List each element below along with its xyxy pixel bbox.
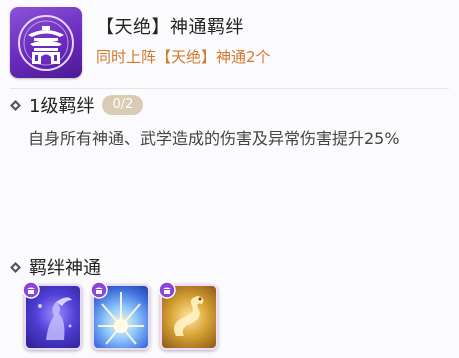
progress-badge: 0/2: [102, 95, 144, 115]
bond-effect-description: 自身所有神通、武学造成的伤害及异常伤害提升25%: [28, 129, 400, 148]
pavilion-tag-icon: [22, 281, 40, 299]
header-divider: [10, 88, 449, 89]
pavilion-tag-icon: [90, 281, 108, 299]
bond-skills-header: 羁绊神通: [10, 254, 101, 280]
skill-card[interactable]: [158, 281, 218, 350]
pavilion-tag-icon: [158, 281, 176, 299]
bond-skills-title: 羁绊神通: [29, 258, 101, 279]
skill-card[interactable]: [90, 281, 150, 350]
diamond-bullet-icon: [10, 99, 21, 111]
bond-level-header: 1级羁绊 0/2: [10, 92, 144, 118]
skill-card[interactable]: [22, 281, 82, 350]
bond-title: 【天绝】神通羁绊: [96, 17, 244, 38]
bond-condition: 同时上阵【天绝】神通2个: [96, 48, 271, 66]
pavilion-icon: [18, 14, 74, 71]
bond-skill-list: [22, 281, 218, 350]
diamond-bullet-icon: [10, 261, 21, 273]
bond-emblem: [10, 7, 82, 78]
bond-level-title: 1级羁绊: [29, 96, 95, 117]
